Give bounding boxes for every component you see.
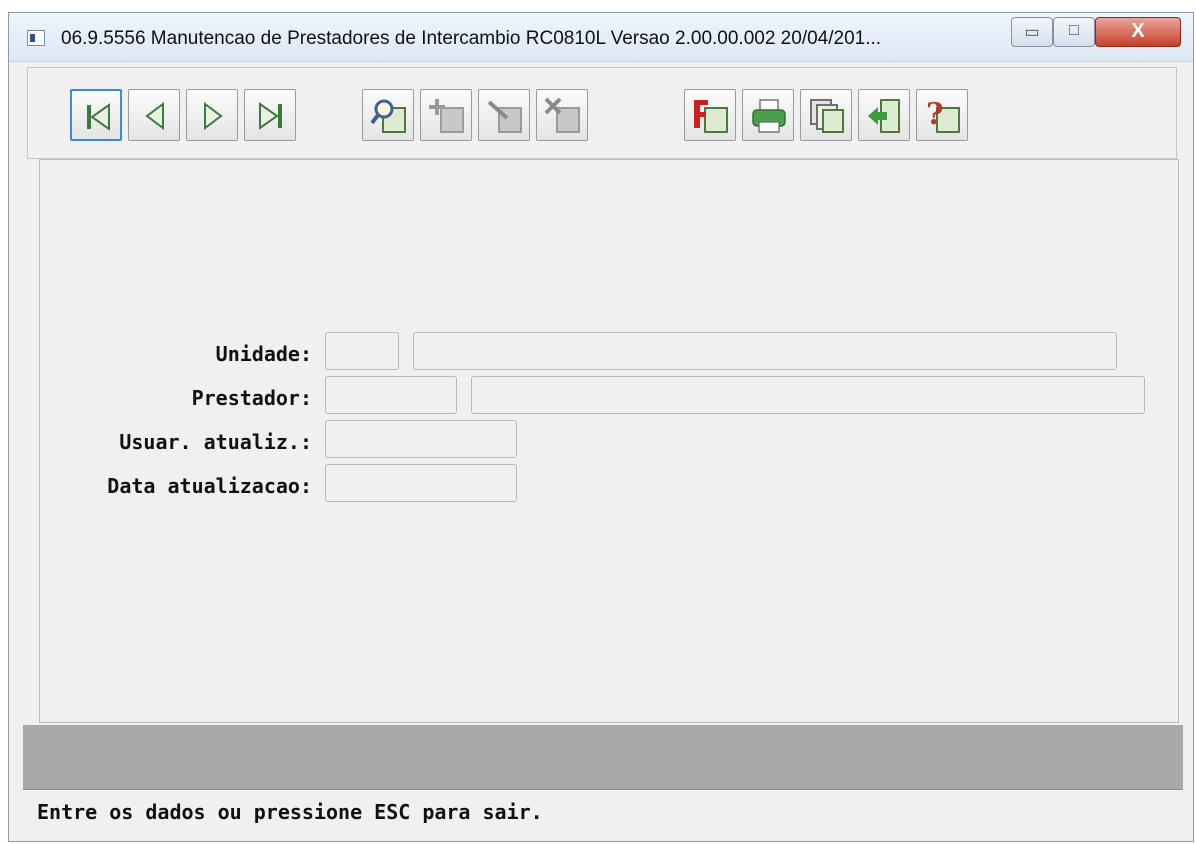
delete-icon [544, 97, 580, 133]
copy-icon [810, 99, 844, 133]
data-label: Data atualizacao: [107, 474, 312, 498]
edit-icon [487, 100, 522, 133]
delete-button[interactable] [536, 89, 588, 141]
print-button[interactable] [742, 89, 794, 141]
minimize-button[interactable]: ▭ [1011, 17, 1053, 47]
maximize-icon: □ [1069, 22, 1079, 39]
svg-text:?: ? [926, 97, 944, 132]
help-button[interactable]: ? [916, 89, 968, 141]
usuario-field[interactable] [325, 420, 517, 458]
toolbar: ? [27, 67, 1177, 159]
add-button[interactable] [420, 89, 472, 141]
add-icon [429, 99, 464, 133]
first-record-icon [87, 103, 110, 131]
prestador-label: Prestador: [191, 386, 312, 410]
unidade-description-field[interactable] [413, 332, 1117, 370]
unidade-code-field[interactable] [325, 332, 399, 370]
window-title: 06.9.5556 Manutencao de Prestadores de I… [61, 28, 882, 49]
prestador-code-field[interactable] [325, 376, 457, 414]
app-icon[interactable] [27, 30, 45, 46]
search-button[interactable] [362, 89, 414, 141]
close-button[interactable]: X [1095, 17, 1181, 47]
status-bar: Entre os dados ou pressione ESC para sai… [23, 789, 1183, 835]
last-record-icon [259, 102, 282, 130]
copy-button[interactable] [800, 89, 852, 141]
prestador-description-field[interactable] [471, 376, 1145, 414]
exit-button[interactable] [858, 89, 910, 141]
filter-icon [694, 100, 728, 133]
help-icon: ? [926, 97, 960, 133]
first-record-button[interactable] [70, 89, 122, 141]
main-window: 06.9.5556 Manutencao de Prestadores de I… [8, 12, 1194, 842]
data-field[interactable] [325, 464, 517, 502]
minimize-icon: ▭ [1024, 24, 1040, 41]
previous-record-icon [145, 102, 164, 130]
unidade-label: Unidade: [215, 342, 312, 366]
edit-button[interactable] [478, 89, 530, 141]
close-icon: X [1131, 20, 1145, 42]
magnifier-icon [370, 99, 406, 133]
printer-icon [752, 99, 786, 133]
status-message: Entre os dados ou pressione ESC para sai… [37, 800, 543, 824]
gray-band [23, 725, 1183, 789]
usuario-label: Usuar. atualiz.: [119, 430, 312, 454]
title-bar[interactable]: 06.9.5556 Manutencao de Prestadores de I… [9, 13, 1193, 62]
next-record-button[interactable] [186, 89, 238, 141]
exit-icon [868, 99, 900, 133]
form-panel: Unidade: Prestador: Usuar. atualiz.: Dat… [39, 159, 1179, 723]
last-record-button[interactable] [244, 89, 296, 141]
previous-record-button[interactable] [128, 89, 180, 141]
next-record-icon [204, 102, 223, 130]
filter-button[interactable] [684, 89, 736, 141]
maximize-button[interactable]: □ [1053, 17, 1095, 47]
